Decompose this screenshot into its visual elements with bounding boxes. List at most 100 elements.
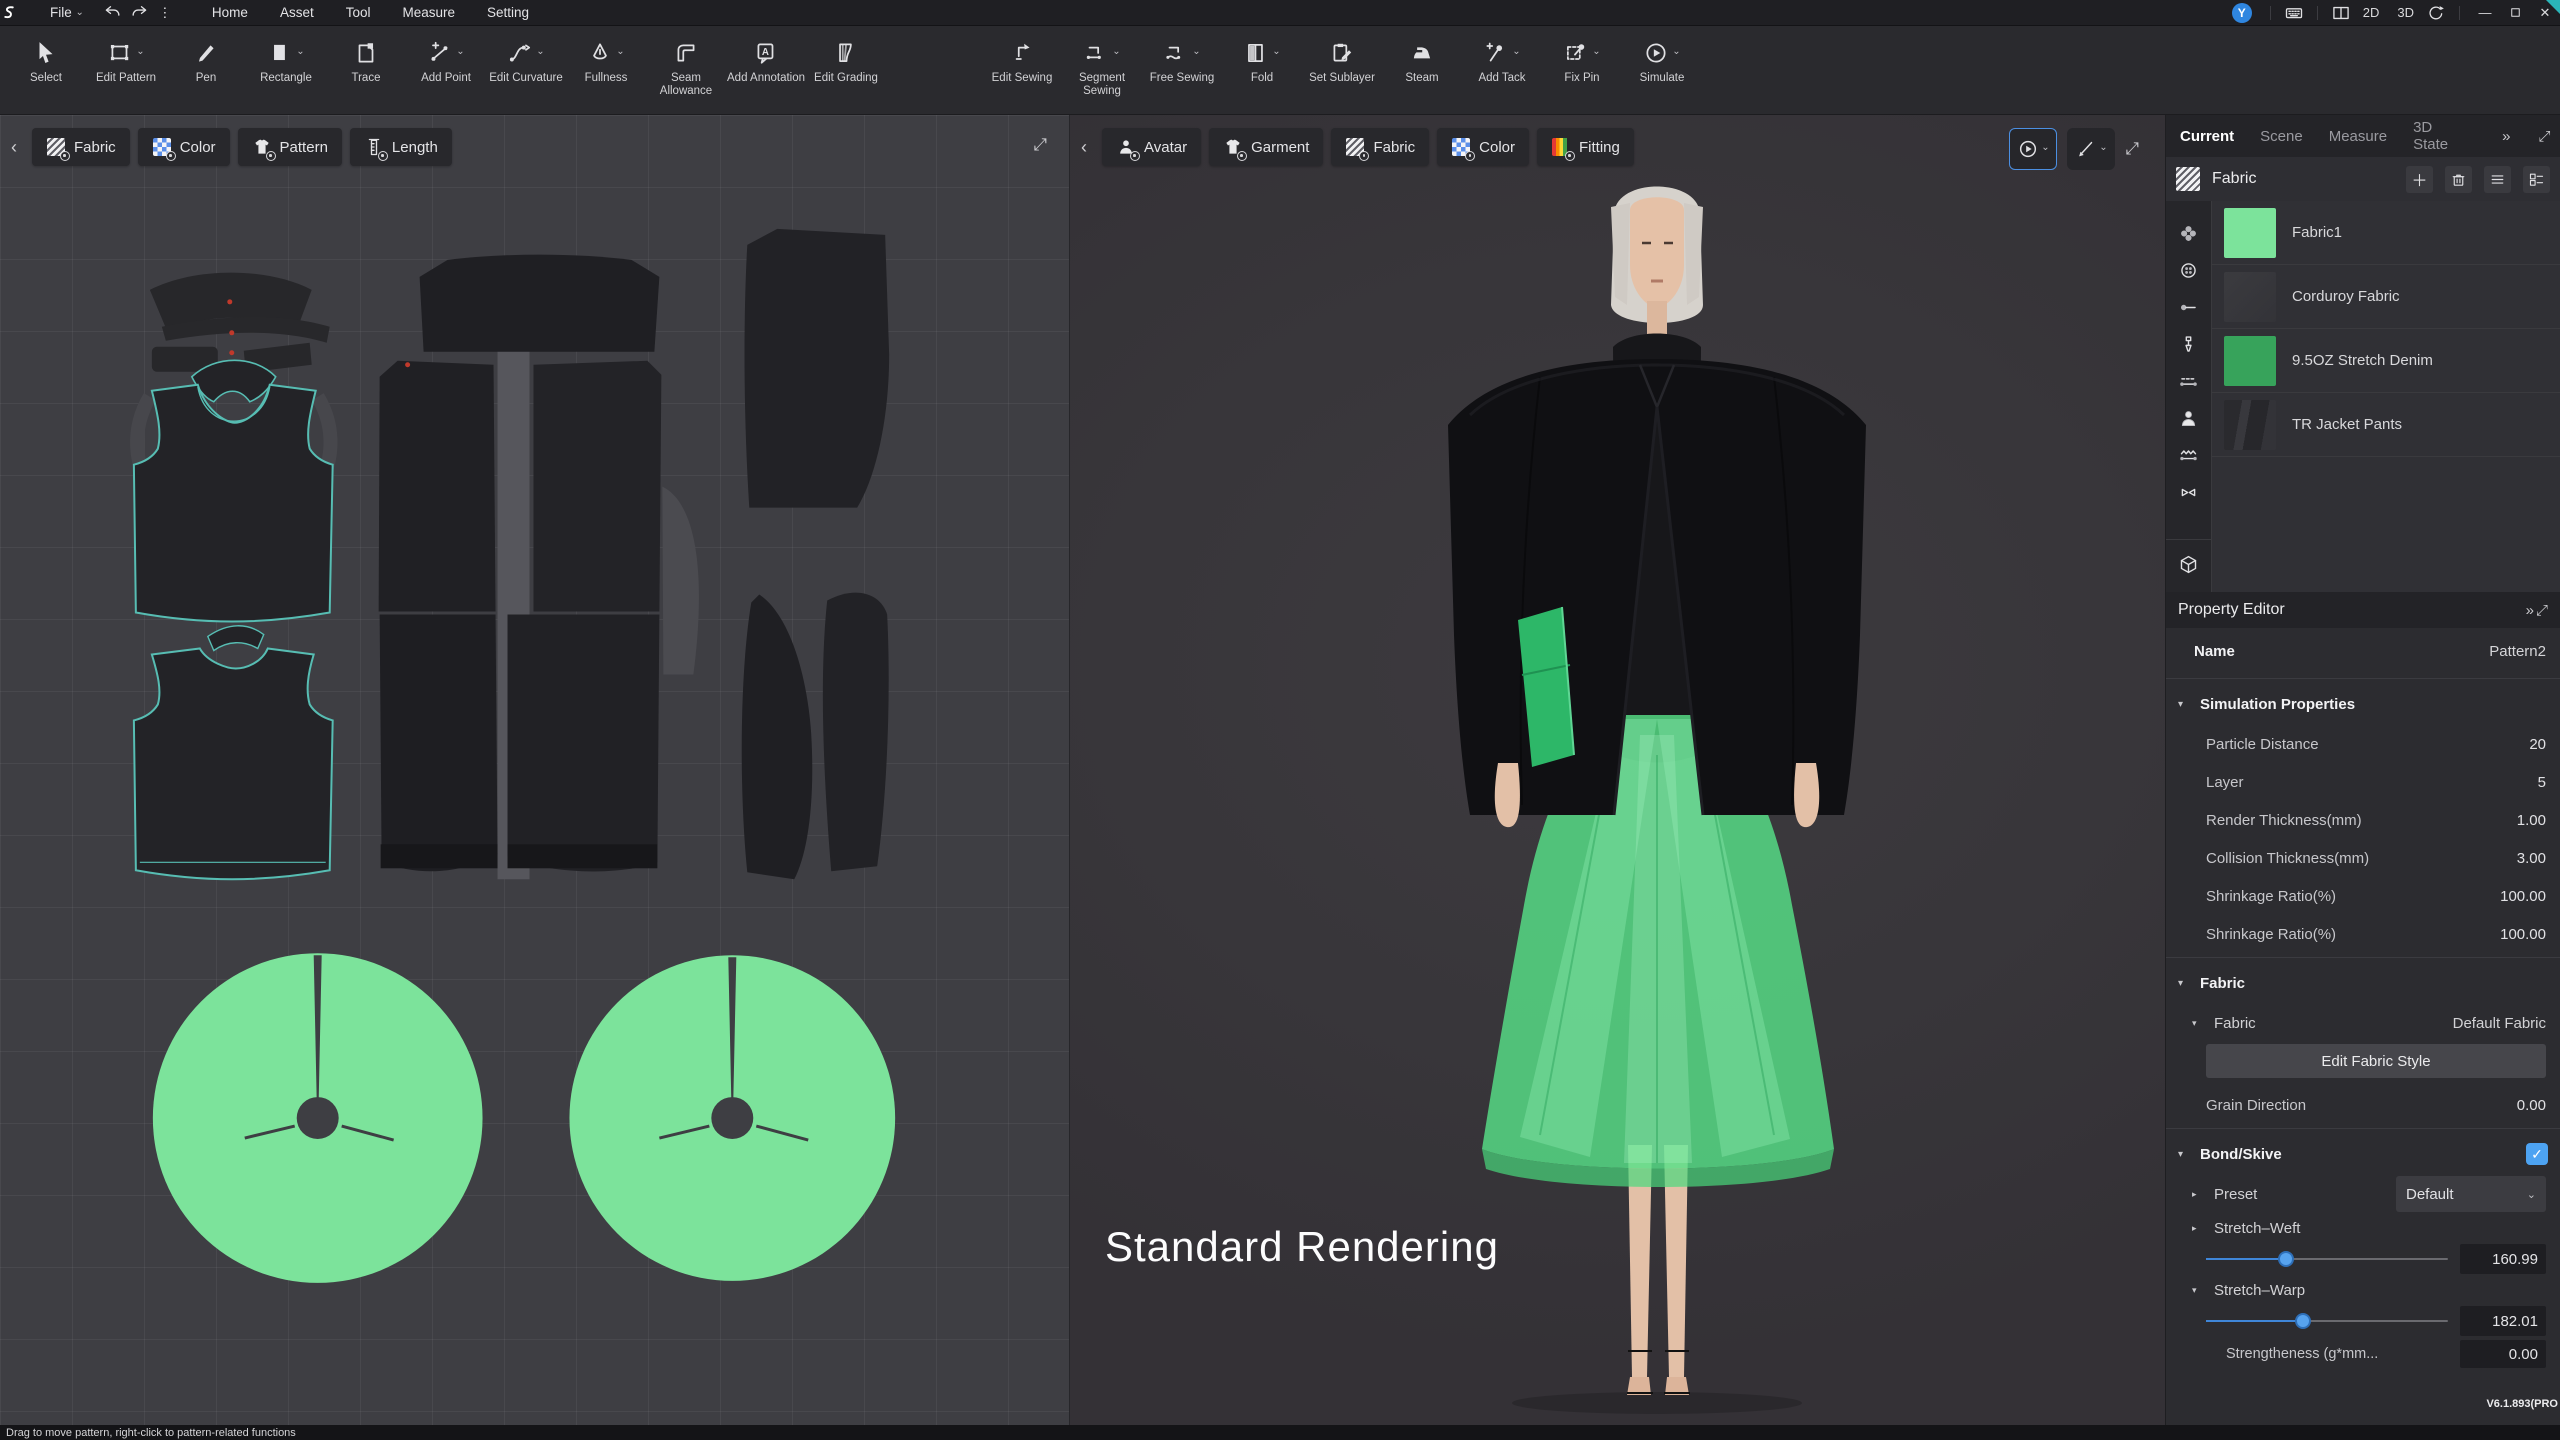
toolbar-set-sublayer[interactable]: Set Sublayer	[1302, 36, 1382, 85]
stretch-warp-value[interactable]: 182.01	[2460, 1306, 2546, 1336]
tab-3d-fabric[interactable]: Fabric	[1331, 128, 1430, 166]
pointer-tool-button[interactable]: ⌄	[2067, 128, 2116, 170]
tab-3d-avatar[interactable]: Avatar	[1102, 128, 1202, 166]
tab-3d-state[interactable]: 3D State	[2413, 119, 2448, 153]
edit-fabric-style-button[interactable]: Edit Fabric Style	[2206, 1044, 2546, 1078]
pattern-piece-circle-skirt-1[interactable]	[152, 953, 483, 1283]
pattern-piece-neckband-back[interactable]	[206, 625, 265, 652]
pattern-piece-sleeve-left[interactable]	[741, 594, 813, 880]
menu-setting[interactable]: Setting	[471, 0, 545, 26]
expand-panel-icon[interactable]: ⤢	[2538, 128, 2550, 145]
list-view-button[interactable]	[2484, 165, 2511, 193]
strengtheness-value[interactable]: 0.00	[2460, 1340, 2546, 1368]
toolbar-add-point[interactable]: ⌄ Add Point	[406, 36, 486, 85]
property-value[interactable]: 3.00	[2517, 850, 2546, 867]
collapse-3d-tabs-icon[interactable]: ‹	[1076, 137, 1092, 158]
view-2d-button[interactable]: 2D	[2354, 5, 2389, 20]
window-minimize-button[interactable]: —	[2470, 0, 2500, 26]
category-button-icon[interactable]	[2166, 252, 2212, 289]
category-avatar-icon[interactable]	[2166, 400, 2212, 437]
toolbar-edit-curvature[interactable]: ⌄ Edit Curvature	[486, 36, 566, 85]
toolbar-simulate[interactable]: ⌄ Simulate	[1622, 36, 1702, 85]
stretch-weft-value[interactable]: 160.99	[2460, 1244, 2546, 1274]
pattern-piece-vest-back[interactable]	[132, 647, 334, 881]
window-maximize-button[interactable]	[2500, 0, 2530, 26]
expand-3d-view-icon[interactable]: ⤢	[2125, 139, 2139, 159]
toolbar-edit-grading[interactable]: Edit Grading	[806, 36, 886, 85]
add-fabric-button[interactable]: ＋	[2406, 165, 2433, 193]
user-avatar[interactable]: Y	[2231, 2, 2252, 23]
toolbar-steam[interactable]: Steam	[1382, 36, 1462, 85]
collapse-property-editor-icon[interactable]: »	[2526, 602, 2534, 619]
category-3d-asset-icon[interactable]	[2166, 546, 2212, 583]
toolbar-free-sewing[interactable]: ⌄ Free Sewing	[1142, 36, 1222, 85]
category-zipper-icon[interactable]	[2166, 326, 2212, 363]
view-3d-button[interactable]: 3D	[2388, 5, 2423, 20]
pattern-name-value[interactable]: Pattern2	[2489, 643, 2546, 660]
reset-view-button[interactable]	[2423, 0, 2449, 26]
fabric-list-item[interactable]: Fabric1	[2212, 201, 2560, 265]
fabric-assignment-row[interactable]: ▾ Fabric Default Fabric	[2166, 1004, 2560, 1042]
pattern-piece-jacket-front-left[interactable]	[378, 360, 496, 612]
toolbar-edit-pattern[interactable]: ⌄ Edit Pattern	[86, 36, 166, 85]
split-view-button[interactable]	[2328, 0, 2354, 26]
assigned-fabric-value[interactable]: Default Fabric	[2453, 1015, 2546, 1032]
property-value[interactable]: 1.00	[2517, 812, 2546, 829]
menu-measure[interactable]: Measure	[386, 0, 471, 26]
toolbar-fullness[interactable]: ⌄ Fullness	[566, 36, 646, 85]
menu-home[interactable]: Home	[196, 0, 264, 26]
pattern-piece-jacket-lower-left[interactable]	[379, 614, 498, 872]
toolbar-segment-sewing[interactable]: ⌄ Segment Sewing	[1062, 36, 1142, 98]
simulate-toggle-button[interactable]: ⌄	[2009, 128, 2058, 170]
category-bond-icon[interactable]	[2166, 474, 2212, 511]
tab-3d-color[interactable]: Color	[1437, 128, 1529, 166]
toolbar-pen[interactable]: Pen	[166, 36, 246, 85]
category-fabric-icon[interactable]	[2166, 215, 2212, 252]
redo-button[interactable]	[126, 0, 152, 26]
pattern-2d-viewport[interactable]: ‹ Fabric Color Pattern Length ⤢	[0, 115, 1070, 1425]
category-pin-icon[interactable]	[2166, 289, 2212, 326]
toolbar-trace[interactable]: Trace	[326, 36, 406, 85]
property-value[interactable]: 100.00	[2500, 888, 2546, 905]
card-view-button[interactable]	[2523, 165, 2550, 193]
fabric-list-item[interactable]: Corduroy Fabric	[2212, 265, 2560, 329]
tab-3d-fitting[interactable]: Fitting	[1537, 128, 1634, 166]
fabric-list-item[interactable]: 9.5OZ Stretch Denim	[2212, 329, 2560, 393]
collapse-2d-tabs-icon[interactable]: ‹	[6, 137, 22, 158]
collapse-panel-icon[interactable]: »	[2502, 128, 2510, 145]
preset-dropdown[interactable]: Default ⌄	[2396, 1176, 2546, 1212]
toolbar-fix-pin[interactable]: ⌄ Fix Pin	[1542, 36, 1622, 85]
toolbar-seam-allowance[interactable]: Seam Allowance	[646, 36, 726, 98]
tab-2d-pattern[interactable]: Pattern	[237, 128, 342, 166]
property-value[interactable]: 5	[2538, 774, 2546, 791]
toolbar-add-annotation[interactable]: Add Annotation	[726, 36, 806, 85]
toolbar-add-tack[interactable]: ⌄ Add Tack	[1462, 36, 1542, 85]
property-value[interactable]: 100.00	[2500, 926, 2546, 943]
pattern-piece-sleeve-right[interactable]	[822, 592, 889, 872]
menu-file[interactable]: File ⌄	[34, 0, 100, 26]
stretch-warp-row[interactable]: ▾ Stretch–Warp	[2166, 1275, 2560, 1305]
menu-tool[interactable]: Tool	[330, 0, 387, 26]
garment-3d-viewport[interactable]: ‹ Avatar Garment Fabric Color Fitting ⌄ …	[1070, 115, 2165, 1425]
tab-measure[interactable]: Measure	[2329, 128, 2387, 145]
property-value[interactable]: 0.00	[2517, 1097, 2546, 1114]
fabric-list-item[interactable]: TR Jacket Pants	[2212, 393, 2560, 457]
bond-skive-checkbox[interactable]: ✓	[2526, 1143, 2548, 1165]
toolbar-fold[interactable]: ⌄ Fold	[1222, 36, 1302, 85]
stretch-weft-slider[interactable]	[2206, 1251, 2448, 1267]
tab-2d-color[interactable]: Color	[137, 128, 230, 166]
tab-scene[interactable]: Scene	[2260, 128, 2303, 145]
property-value[interactable]: 20	[2529, 736, 2546, 753]
pattern-piece-jacket-yoke[interactable]	[419, 254, 660, 352]
tab-3d-garment[interactable]: Garment	[1209, 128, 1324, 166]
category-topstitch-icon[interactable]	[2166, 363, 2212, 400]
pattern-piece-jacket-front-right[interactable]	[533, 360, 662, 612]
toolbar-edit-sewing[interactable]: Edit Sewing	[982, 36, 1062, 85]
pattern-piece-vest-front[interactable]	[132, 383, 334, 623]
undo-button[interactable]	[100, 0, 126, 26]
stretch-weft-row[interactable]: ▸ Stretch–Weft	[2166, 1213, 2560, 1243]
section-fabric[interactable]: ▾ Fabric	[2166, 962, 2560, 1004]
keyboard-shortcuts-button[interactable]	[2281, 0, 2307, 26]
pattern-piece-circle-skirt-2[interactable]	[569, 955, 896, 1281]
section-bond-skive[interactable]: ▾ Bond/Skive ✓	[2166, 1133, 2560, 1175]
